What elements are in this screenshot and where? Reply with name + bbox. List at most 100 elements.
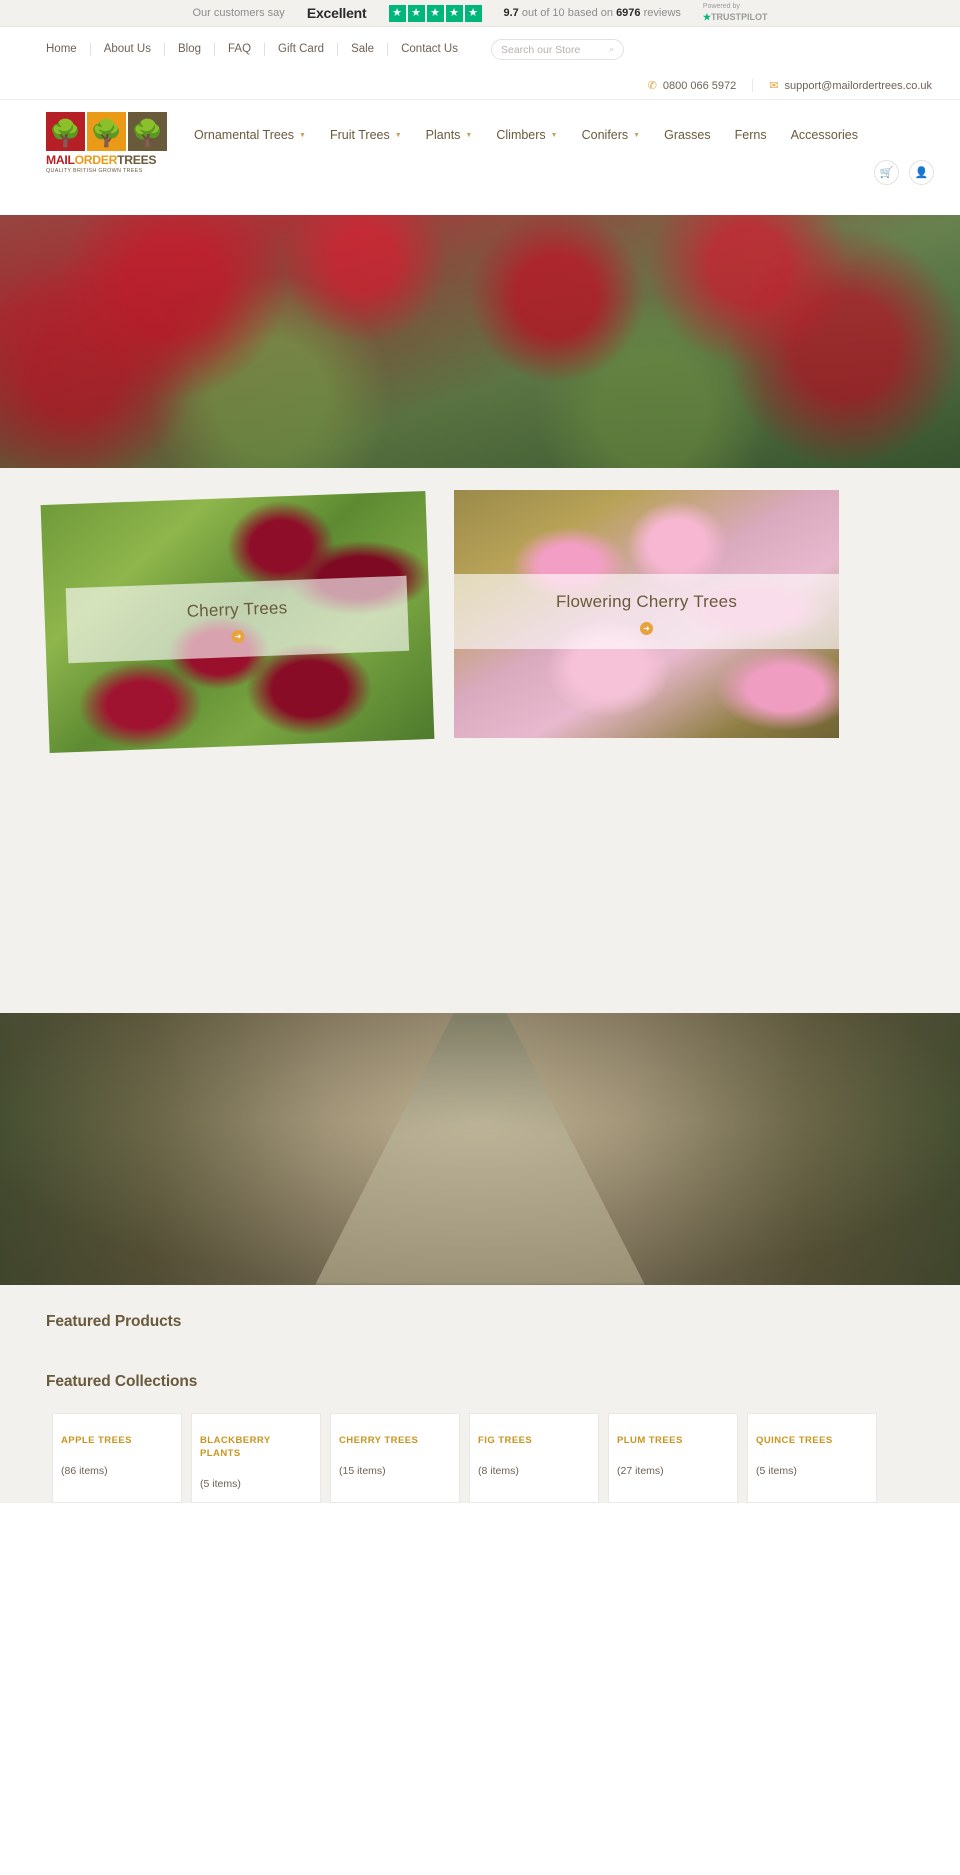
nav-label: Conifers bbox=[581, 128, 629, 142]
trustpilot-stars: ★ ★ ★ ★ ★ bbox=[388, 4, 482, 22]
collection-card[interactable]: QUINCE TREES (5 items) bbox=[747, 1413, 877, 1503]
nav-item-ornamental-trees[interactable]: Ornamental Trees ▼ bbox=[182, 128, 318, 142]
chevron-down-icon: ▼ bbox=[299, 131, 306, 139]
site-logo[interactable]: 🌳 🌳 🌳 MAILORDERTREES QUALITY BRITISH GRO… bbox=[46, 112, 168, 174]
collection-card[interactable]: BLACKBERRY PLANTS (5 items) bbox=[191, 1413, 321, 1503]
nav-item-ferns[interactable]: Ferns bbox=[723, 128, 779, 142]
collection-item-count: (5 items) bbox=[756, 1464, 797, 1477]
collection-name: CHERRY TREES bbox=[339, 1435, 419, 1446]
utility-header: Home About Us Blog FAQ Gift Card Sale Co… bbox=[0, 27, 960, 100]
chevron-down-icon: ▼ bbox=[465, 131, 473, 139]
nav-label: Ferns bbox=[734, 128, 767, 142]
collection-name: APPLE TREES bbox=[61, 1435, 132, 1446]
nav-label: Plants bbox=[425, 128, 461, 142]
utility-link-faq[interactable]: FAQ bbox=[215, 43, 266, 56]
phone-link[interactable]: ✆ 0800 066 5972 bbox=[632, 79, 753, 93]
nav-label: Accessories bbox=[790, 128, 858, 142]
cart-icon[interactable]: 🛒 bbox=[874, 160, 899, 185]
utility-link-blog[interactable]: Blog bbox=[165, 43, 216, 56]
promo-tile-caption: Cherry Trees ➜ bbox=[65, 575, 410, 664]
hero-banner-image bbox=[0, 215, 960, 468]
trustpilot-score: 9.7 out of 10 based on 6976 reviews bbox=[504, 7, 681, 19]
collection-item-count: (27 items) bbox=[617, 1464, 664, 1477]
email-link[interactable]: ✉ support@mailordertrees.co.uk bbox=[752, 79, 932, 92]
nav-item-grasses[interactable]: Grasses bbox=[652, 128, 723, 142]
collection-item-count: (86 items) bbox=[61, 1464, 108, 1477]
collection-name: BLACKBERRY PLANTS bbox=[200, 1435, 271, 1459]
nav-label: Fruit Trees bbox=[329, 128, 390, 142]
star-icon: ★ bbox=[464, 4, 482, 22]
chevron-down-icon: ▼ bbox=[394, 131, 402, 139]
nav-item-accessories[interactable]: Accessories bbox=[779, 128, 870, 142]
promo-tile-caption: Flowering Cherry Trees ➜ bbox=[454, 574, 839, 649]
trustpilot-star-glyph: ★ bbox=[702, 11, 711, 22]
collection-name: FIG TREES bbox=[478, 1435, 533, 1446]
collection-item-count: (8 items) bbox=[478, 1464, 519, 1477]
promo-tile-flowering-cherry-trees[interactable]: Flowering Cherry Trees ➜ bbox=[454, 490, 839, 738]
collection-name: QUINCE TREES bbox=[756, 1435, 833, 1446]
chevron-down-icon: ▼ bbox=[633, 131, 641, 139]
collection-card[interactable]: PLUM TREES (27 items) bbox=[608, 1413, 738, 1503]
search-icon[interactable]: ⌕ bbox=[609, 44, 614, 55]
star-icon: ★ bbox=[388, 4, 406, 22]
promo-tile-cherry-trees[interactable]: Cherry Trees ➜ bbox=[40, 491, 435, 753]
nursery-path-banner-image bbox=[0, 1013, 960, 1285]
trustpilot-bar: Our customers say Excellent ★ ★ ★ ★ ★ 9.… bbox=[0, 0, 960, 27]
main-navigation: Ornamental Trees ▼ Fruit Trees ▼ Plants … bbox=[182, 112, 870, 142]
nav-item-climbers[interactable]: Climbers ▼ bbox=[484, 128, 569, 142]
promo-tile-title: Flowering Cherry Trees bbox=[555, 592, 738, 611]
promo-tile-title: Cherry Trees bbox=[186, 598, 288, 621]
chevron-down-icon: ▼ bbox=[550, 131, 558, 139]
collection-item-count: (15 items) bbox=[339, 1464, 386, 1477]
search-input[interactable]: Search our Store ⌕ bbox=[490, 39, 624, 60]
search-placeholder: Search our Store bbox=[500, 43, 581, 56]
mail-icon: ✉ bbox=[769, 80, 779, 92]
arrow-right-icon: ➜ bbox=[231, 629, 245, 644]
account-icon[interactable]: 👤 bbox=[909, 160, 934, 185]
main-header: 🌳 🌳 🌳 MAILORDERTREES QUALITY BRITISH GRO… bbox=[0, 100, 960, 215]
trustpilot-reviews-word: reviews bbox=[643, 7, 681, 19]
utility-link-contact-us[interactable]: Contact Us bbox=[388, 43, 471, 56]
collection-card[interactable]: FIG TREES (8 items) bbox=[469, 1413, 599, 1503]
collection-card[interactable]: CHERRY TREES (15 items) bbox=[330, 1413, 460, 1503]
collection-item-count: (5 items) bbox=[200, 1477, 241, 1490]
arrow-right-icon: ➜ bbox=[640, 622, 653, 635]
header-icon-group: 🛒 👤 bbox=[874, 160, 934, 185]
featured-section: Featured Products Featured Collections A… bbox=[0, 1285, 960, 1503]
trustpilot-score-mid: out of 10 based on bbox=[521, 7, 613, 19]
utility-link-sale[interactable]: Sale bbox=[338, 43, 389, 56]
utility-nav: Home About Us Blog FAQ Gift Card Sale Co… bbox=[0, 27, 960, 72]
logo-squares: 🌳 🌳 🌳 bbox=[46, 112, 168, 151]
collection-card[interactable]: APPLE TREES (86 items) bbox=[52, 1413, 182, 1503]
logo-tree-icon-orange: 🌳 bbox=[87, 112, 126, 151]
star-icon: ★ bbox=[445, 4, 463, 22]
featured-products-heading: Featured Products bbox=[46, 1313, 182, 1330]
logo-tagline: QUALITY BRITISH GROWN TREES bbox=[46, 168, 143, 175]
logo-tree-icon-brown: 🌳 bbox=[128, 112, 167, 151]
featured-collections-list: APPLE TREES (86 items) BLACKBERRY PLANTS… bbox=[0, 1391, 960, 1503]
utility-link-about-us[interactable]: About Us bbox=[91, 43, 165, 56]
utility-link-home[interactable]: Home bbox=[46, 43, 91, 56]
featured-collections-heading: Featured Collections bbox=[46, 1373, 198, 1390]
trustpilot-lead-text: Our customers say bbox=[192, 7, 285, 19]
star-icon: ★ bbox=[407, 4, 425, 22]
utility-link-gift-card[interactable]: Gift Card bbox=[265, 43, 339, 56]
trustpilot-reviews-count: 6976 bbox=[616, 7, 641, 19]
nav-label: Ornamental Trees bbox=[194, 128, 295, 142]
trustpilot-powered-by: Powered by ★TRUSTPILOT bbox=[703, 3, 768, 24]
trustpilot-rating-word: Excellent bbox=[306, 5, 367, 21]
nav-label: Climbers bbox=[496, 128, 546, 142]
nav-item-conifers[interactable]: Conifers ▼ bbox=[570, 128, 652, 142]
nav-item-plants[interactable]: Plants ▼ bbox=[414, 128, 485, 142]
nav-item-fruit-trees[interactable]: Fruit Trees ▼ bbox=[318, 128, 414, 142]
utility-links: Home About Us Blog FAQ Gift Card Sale Co… bbox=[46, 43, 471, 56]
phone-icon: ✆ bbox=[647, 80, 657, 92]
promo-tiles-section: Cherry Trees ➜ Flowering Cherry Trees ➜ bbox=[0, 468, 960, 1013]
powered-by-label: Powered by bbox=[702, 2, 740, 10]
email-address: support@mailordertrees.co.uk bbox=[784, 79, 932, 92]
logo-tree-icon-red: 🌳 bbox=[46, 112, 85, 151]
phone-number: 0800 066 5972 bbox=[662, 79, 737, 92]
trustpilot-logo: ★TRUSTPILOT bbox=[702, 11, 768, 22]
contact-bar: ✆ 0800 066 5972 ✉ support@mailordertrees… bbox=[0, 72, 960, 99]
logo-wordmark: MAILORDERTREES bbox=[46, 153, 157, 167]
